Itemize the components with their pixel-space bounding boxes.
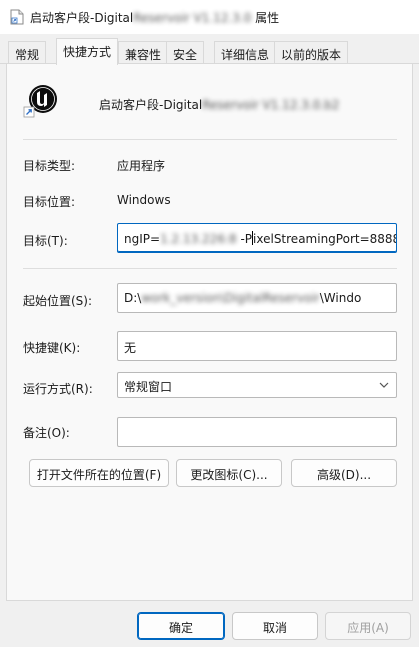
tab-compatibility[interactable]: 兼容性 bbox=[118, 41, 169, 64]
shortcut-name-obscured: Reservoir V1.12.3.0.b2 bbox=[202, 98, 340, 112]
target-label: 目标(T): bbox=[23, 234, 68, 248]
tab-general[interactable]: 常规 bbox=[8, 41, 47, 64]
unreal-engine-icon bbox=[23, 85, 57, 118]
tab-details[interactable]: 详细信息 bbox=[214, 41, 277, 64]
tab-previous-versions[interactable]: 以前的版本 bbox=[274, 41, 349, 64]
change-icon-button[interactable]: 更改图标(C)... bbox=[176, 459, 282, 487]
hotkey-label: 快捷键(K): bbox=[23, 341, 81, 355]
tab-shortcut[interactable]: 快捷方式 bbox=[56, 38, 119, 65]
window-title-obscured: Reservoir V1.12.3.0 bbox=[133, 11, 252, 25]
chevron-down-icon bbox=[379, 382, 389, 388]
window-title-prefix: 启动客户段-Digital bbox=[30, 11, 134, 25]
start-in-label: 起始位置(S): bbox=[23, 294, 93, 308]
shortcut-file-icon bbox=[10, 9, 24, 25]
window-title-suffix: 属性 bbox=[251, 11, 280, 25]
start-in-obscured: work_version\DigitalReservoir bbox=[141, 291, 320, 305]
divider bbox=[23, 139, 397, 140]
divider bbox=[23, 268, 397, 269]
run-select-value: 常规窗口 bbox=[124, 380, 173, 394]
start-in-prefix: D:\ bbox=[124, 291, 142, 305]
open-file-location-button[interactable]: 打开文件所在的位置(F) bbox=[29, 459, 169, 487]
title-bar: 启动客户段-DigitalReservoir V1.12.3.0 属性 bbox=[0, 0, 419, 34]
advanced-button[interactable]: 高级(D)... bbox=[291, 459, 397, 487]
comment-input[interactable] bbox=[117, 417, 397, 447]
tab-strip: 常规 快捷方式 兼容性 安全 详细信息 以前的版本 bbox=[0, 34, 419, 65]
shortcut-name-prefix: 启动客户段-Digital bbox=[99, 98, 203, 112]
tab-security[interactable]: 安全 bbox=[166, 41, 205, 64]
comment-label: 备注(O): bbox=[23, 426, 70, 440]
target-type-label: 目标类型: bbox=[23, 159, 76, 173]
target-type-value: 应用程序 bbox=[117, 159, 166, 173]
target-value-mid: -P bbox=[236, 232, 253, 246]
apply-button[interactable]: 应用(A) bbox=[325, 612, 411, 640]
target-input[interactable]: ngIP=1.2.13.226:8 -PixelStreamingPort=88… bbox=[117, 223, 397, 253]
hotkey-input[interactable]: 无 bbox=[117, 331, 397, 361]
target-value-obscured: 1.2.13.226:8 bbox=[160, 232, 237, 246]
shortcut-panel: 启动客户段-DigitalReservoir V1.12.3.0.b2 目标类型… bbox=[6, 63, 413, 601]
start-in-input[interactable]: D:\work_version\DigitalReservoir\Windo bbox=[117, 283, 397, 313]
window-title: 启动客户段-DigitalReservoir V1.12.3.0 属性 bbox=[30, 9, 279, 26]
run-select[interactable]: 常规窗口 bbox=[117, 372, 397, 398]
target-value-prefix: ngIP= bbox=[124, 232, 161, 246]
cancel-button[interactable]: 取消 bbox=[232, 612, 318, 640]
target-value-suffix: ixelStreamingPort=8888 bbox=[253, 232, 397, 246]
run-label: 运行方式(R): bbox=[23, 382, 93, 396]
start-in-suffix: \Windo bbox=[319, 291, 362, 305]
ok-button[interactable]: 确定 bbox=[137, 612, 225, 640]
target-location-value: Windows bbox=[117, 193, 171, 207]
target-location-label: 目标位置: bbox=[23, 195, 76, 209]
shortcut-name: 启动客户段-DigitalReservoir V1.12.3.0.b2 bbox=[99, 96, 339, 113]
